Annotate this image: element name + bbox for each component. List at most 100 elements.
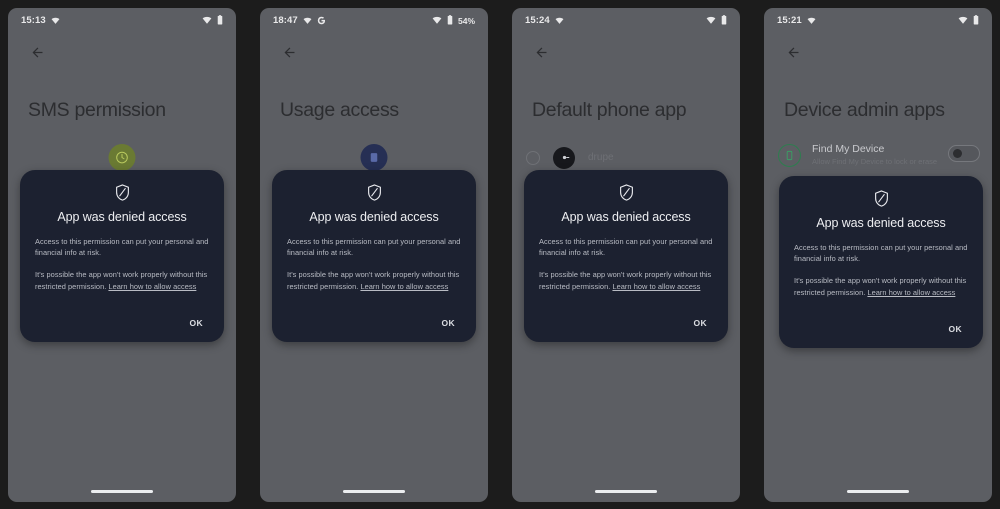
page-title: Usage access	[280, 98, 399, 121]
dialog-paragraph-1: Access to this permission can put your p…	[539, 236, 713, 257]
status-bar-left: 15:13	[21, 12, 60, 30]
dialog-paragraph-1: Access to this permission can put your p…	[35, 236, 209, 257]
dialog-actions: OK	[539, 314, 713, 332]
status-time: 15:21	[777, 15, 802, 26]
dialog-paragraph-2: It's possible the app won't work properl…	[35, 269, 209, 292]
status-time: 18:47	[273, 15, 298, 26]
dialog-body: Access to this permission can put your p…	[287, 236, 461, 293]
phone-screen-default-phone-app: 15:24 Default phone app drupe App was de…	[512, 7, 740, 502]
wifi-icon	[958, 12, 968, 30]
dialog-paragraph-1: Access to this permission can put your p…	[287, 236, 461, 257]
status-bar-right	[202, 12, 223, 30]
drupe-app-icon	[553, 146, 575, 169]
learn-how-to-allow-access-link[interactable]: Learn how to allow access	[108, 282, 196, 291]
status-bar: 15:24	[512, 8, 740, 34]
page-title: Default phone app	[532, 98, 687, 121]
dialog-actions: OK	[794, 320, 968, 338]
dialog-actions: OK	[287, 314, 461, 332]
gesture-nav-pill[interactable]	[847, 489, 909, 493]
ok-button[interactable]: OK	[435, 314, 461, 332]
device-admin-toggle[interactable]	[948, 144, 980, 162]
back-arrow-icon	[534, 45, 549, 65]
battery-icon	[447, 12, 453, 30]
dialog-paragraph-2: It's possible the app won't work properl…	[287, 269, 461, 292]
wifi-icon	[555, 12, 564, 30]
list-item-title: Find My Device	[812, 142, 885, 155]
learn-how-to-allow-access-link[interactable]: Learn how to allow access	[867, 288, 955, 297]
shield-slash-icon	[287, 183, 461, 201]
gesture-nav-pill[interactable]	[595, 489, 657, 493]
wifi-icon	[51, 12, 60, 30]
shield-slash-icon	[35, 183, 209, 201]
dialog-body: Access to this permission can put your p…	[794, 242, 968, 299]
find-my-device-icon	[778, 143, 801, 167]
back-button[interactable]	[24, 42, 50, 68]
list-item-label: drupe	[588, 152, 614, 163]
phone-screen-sms-permission: 15:13 SMS permission App was denied acce…	[8, 7, 236, 502]
back-arrow-icon	[786, 45, 801, 65]
list-item-subtitle: Allow Find My Device to lock or erase a	[812, 156, 937, 166]
status-time: 15:13	[21, 15, 46, 26]
status-bar-left: 15:24	[525, 12, 564, 30]
status-bar: 18:47 54%	[260, 8, 488, 34]
phone-screen-device-admin-apps: 15:21 Device admin apps Find My Device A…	[764, 7, 992, 502]
google-g-icon	[317, 12, 326, 30]
dialog-actions: OK	[35, 314, 209, 332]
back-button[interactable]	[276, 42, 302, 68]
dialog-body: Access to this permission can put your p…	[539, 236, 713, 293]
ok-button[interactable]: OK	[942, 320, 968, 338]
back-button[interactable]	[528, 42, 554, 68]
dialog-title: App was denied access	[309, 209, 439, 224]
back-arrow-icon	[282, 45, 297, 65]
page-title: SMS permission	[28, 98, 166, 121]
wifi-icon	[303, 12, 312, 30]
battery-icon	[973, 12, 979, 30]
sms-app-icon	[108, 143, 136, 171]
status-bar: 15:21	[764, 8, 992, 34]
battery-percent: 54%	[457, 15, 475, 26]
denied-access-dialog: App was denied access Access to this per…	[779, 175, 983, 349]
page-title: Device admin apps	[784, 98, 945, 121]
gesture-nav-pill[interactable]	[91, 489, 153, 493]
ok-button[interactable]: OK	[687, 314, 713, 332]
list-item[interactable]: drupe	[526, 144, 726, 172]
dialog-body: Access to this permission can put your p…	[35, 236, 209, 293]
list-item[interactable]: Find My Device Allow Find My Device to l…	[778, 142, 980, 167]
gesture-nav-pill[interactable]	[343, 489, 405, 493]
usage-app-icon	[360, 143, 388, 171]
dialog-title: App was denied access	[816, 215, 946, 230]
toggle-knob	[953, 148, 962, 158]
list-item-text: Find My Device Allow Find My Device to l…	[812, 142, 937, 167]
denied-access-dialog: App was denied access Access to this per…	[272, 169, 476, 343]
battery-icon	[721, 12, 727, 30]
phone-screen-usage-access: 18:47 54% Usage access App was denied ac…	[260, 7, 488, 502]
battery-icon	[217, 12, 223, 30]
status-bar-left: 15:21	[777, 12, 816, 30]
denied-access-dialog: App was denied access Access to this per…	[20, 169, 224, 343]
dialog-paragraph-1: Access to this permission can put your p…	[794, 242, 968, 263]
back-button[interactable]	[780, 42, 806, 68]
status-bar-right: 54%	[432, 12, 475, 30]
dialog-title: App was denied access	[57, 209, 187, 224]
wifi-icon	[432, 12, 442, 30]
status-bar-left: 18:47	[273, 12, 326, 30]
status-bar: 15:13	[8, 8, 236, 34]
status-time: 15:24	[525, 15, 550, 26]
ok-button[interactable]: OK	[183, 314, 209, 332]
shield-slash-icon	[794, 189, 968, 207]
dialog-title: App was denied access	[561, 209, 691, 224]
back-arrow-icon	[30, 45, 45, 65]
dialog-paragraph-2: It's possible the app won't work properl…	[539, 269, 713, 292]
radio-unselected-icon[interactable]	[526, 150, 540, 165]
screenshot-grid: 15:13 SMS permission App was denied acce…	[0, 0, 1000, 509]
status-bar-right	[958, 12, 979, 30]
wifi-icon	[807, 12, 816, 30]
status-bar-right	[706, 12, 727, 30]
wifi-icon	[706, 12, 716, 30]
denied-access-dialog: App was denied access Access to this per…	[524, 169, 728, 343]
learn-how-to-allow-access-link[interactable]: Learn how to allow access	[612, 282, 700, 291]
wifi-icon	[202, 12, 212, 30]
learn-how-to-allow-access-link[interactable]: Learn how to allow access	[360, 282, 448, 291]
shield-slash-icon	[539, 183, 713, 201]
dialog-paragraph-2: It's possible the app won't work properl…	[794, 275, 968, 298]
